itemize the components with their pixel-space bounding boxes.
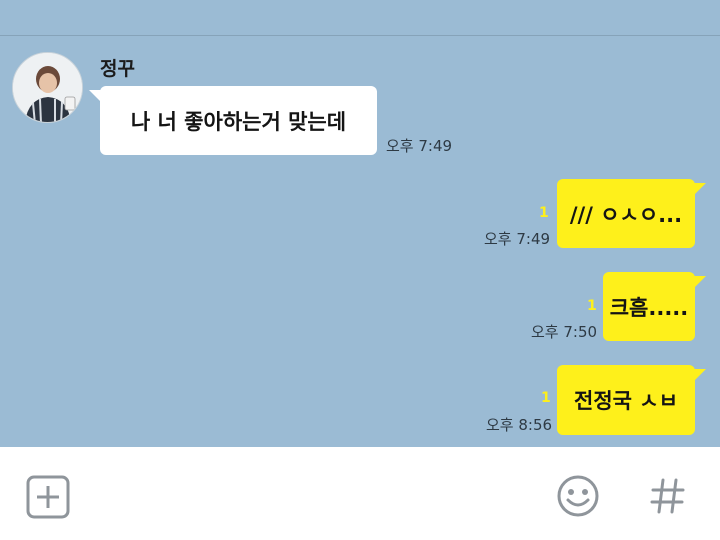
unread-count: 1 [587, 298, 597, 314]
hash-icon[interactable] [648, 476, 688, 516]
unread-count: 1 [539, 205, 549, 221]
message-time: 오후 7:49 [386, 137, 453, 155]
emoticon-icon[interactable] [556, 474, 600, 518]
message-text: 나 너 좋아하는거 맞는데 [130, 109, 347, 134]
message-text: 크흠..... [609, 295, 689, 320]
message-input-bar [0, 447, 720, 540]
message-time: 오후 7:50 [531, 323, 598, 341]
sender-name: 정꾸 [100, 58, 135, 80]
message-text: /// ㅇㅅㅇ... [569, 202, 683, 227]
message-bubble-outgoing[interactable]: /// ㅇㅅㅇ... [557, 179, 706, 248]
unread-count: 1 [541, 390, 551, 406]
chat-area[interactable]: 정꾸 나 너 좋아하는거 맞는데 오후 7:49 1 오후 7:49 /// ㅇ… [0, 0, 720, 447]
message-bubble-incoming[interactable]: 나 너 좋아하는거 맞는데 [89, 86, 377, 155]
message-time: 오후 7:49 [484, 230, 551, 248]
message-bubble-outgoing[interactable]: 크흠..... [603, 272, 706, 341]
message-bubble-outgoing[interactable]: 전정국 ㅅㅂ [557, 365, 706, 435]
message-text: 전정국 ㅅㅂ [574, 389, 678, 413]
avatar-image [13, 53, 82, 122]
plus-icon[interactable] [26, 475, 70, 519]
message-time: 오후 8:56 [486, 416, 553, 434]
contact-avatar[interactable] [12, 52, 83, 123]
